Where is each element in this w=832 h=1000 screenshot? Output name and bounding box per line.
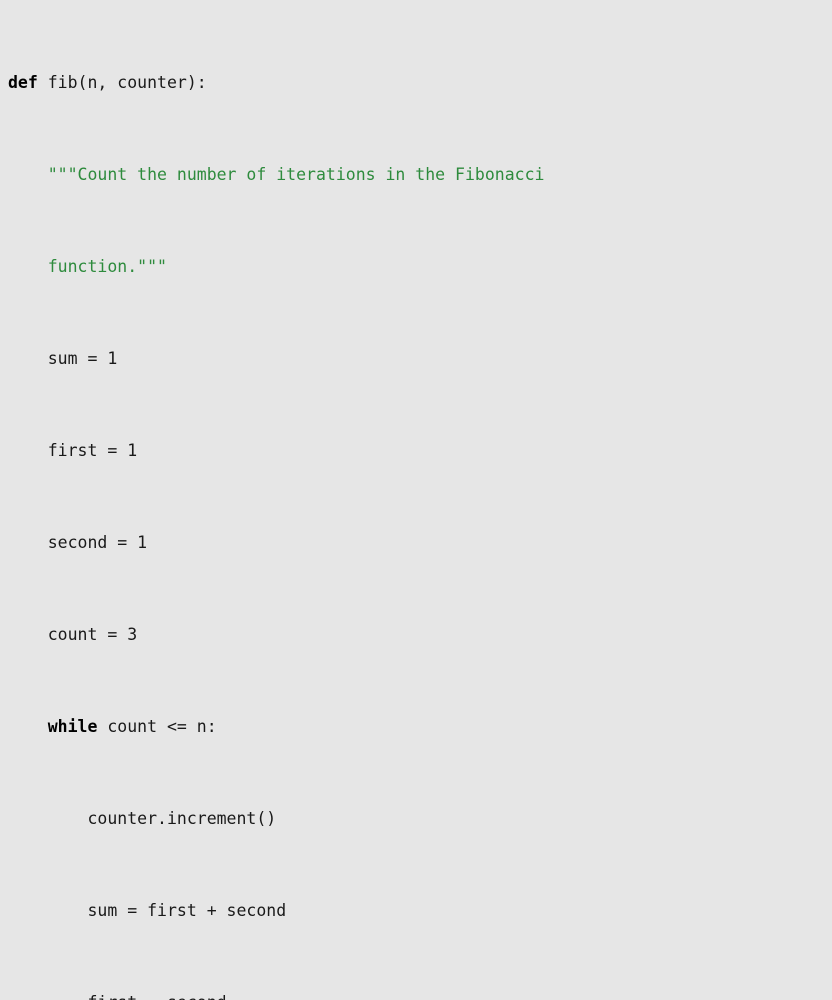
python-source-code: def fib(n, counter): """Count the number… — [8, 2, 832, 1000]
keyword-while: while — [47, 717, 98, 736]
code-line: second = 1 — [8, 531, 832, 554]
code-line: """Count the number of iterations in the… — [8, 163, 832, 186]
code-text: count = 3 — [47, 625, 138, 644]
keyword-def: def — [8, 73, 38, 92]
code-line: first = 1 — [8, 439, 832, 462]
code-line: sum = first + second — [8, 899, 832, 922]
code-text: sum = 1 — [47, 349, 118, 368]
code-text: counter.increment() — [87, 809, 277, 828]
docstring-text: """Count the number of iterations in the… — [47, 165, 545, 184]
code-text: fib(n, counter): — [37, 73, 207, 92]
code-text: count <= n: — [97, 717, 217, 736]
code-text: sum = first + second — [87, 901, 287, 920]
code-line: while count <= n: — [8, 715, 832, 738]
code-text: second = 1 — [47, 533, 148, 552]
code-line: counter.increment() — [8, 807, 832, 830]
code-text: first = second — [87, 993, 226, 1000]
code-line: def fib(n, counter): — [8, 71, 832, 94]
code-output-screen: def fib(n, counter): """Count the number… — [0, 0, 832, 1000]
docstring-text: function.""" — [47, 257, 167, 276]
code-line: first = second — [8, 991, 832, 1000]
code-line: function.""" — [8, 255, 832, 278]
code-line: sum = 1 — [8, 347, 832, 370]
code-line: count = 3 — [8, 623, 832, 646]
code-text: first = 1 — [47, 441, 138, 460]
